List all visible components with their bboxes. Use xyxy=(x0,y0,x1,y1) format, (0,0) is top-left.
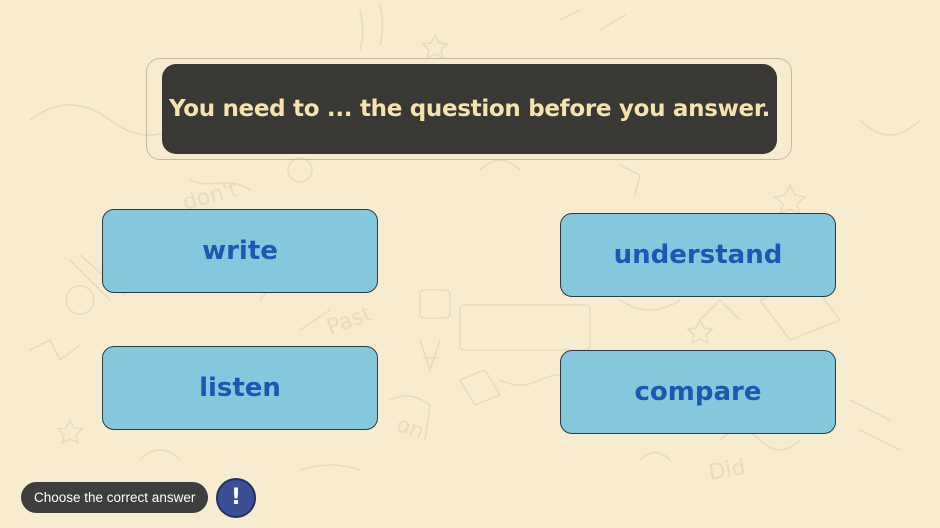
answer-option-compare[interactable]: compare xyxy=(560,350,836,434)
svg-text:Past: Past xyxy=(324,301,376,340)
svg-text:on: on xyxy=(393,412,427,445)
answer-option-write[interactable]: write xyxy=(102,209,378,293)
svg-text:Did: Did xyxy=(707,455,748,486)
answer-label: write xyxy=(202,236,278,266)
instruction-text: Choose the correct answer xyxy=(34,490,196,505)
question-text: You need to ... the question before you … xyxy=(168,96,771,122)
exclamation-icon: ! xyxy=(230,485,242,510)
answer-label: compare xyxy=(634,377,762,407)
answer-label: understand xyxy=(613,240,783,270)
answer-option-listen[interactable]: listen xyxy=(102,346,378,430)
hint-button[interactable]: ! xyxy=(216,478,256,518)
question-card: You need to ... the question before you … xyxy=(162,64,777,154)
instruction-label: Choose the correct answer xyxy=(21,482,209,513)
answer-option-understand[interactable]: understand xyxy=(560,213,836,297)
answer-label: listen xyxy=(199,373,281,403)
